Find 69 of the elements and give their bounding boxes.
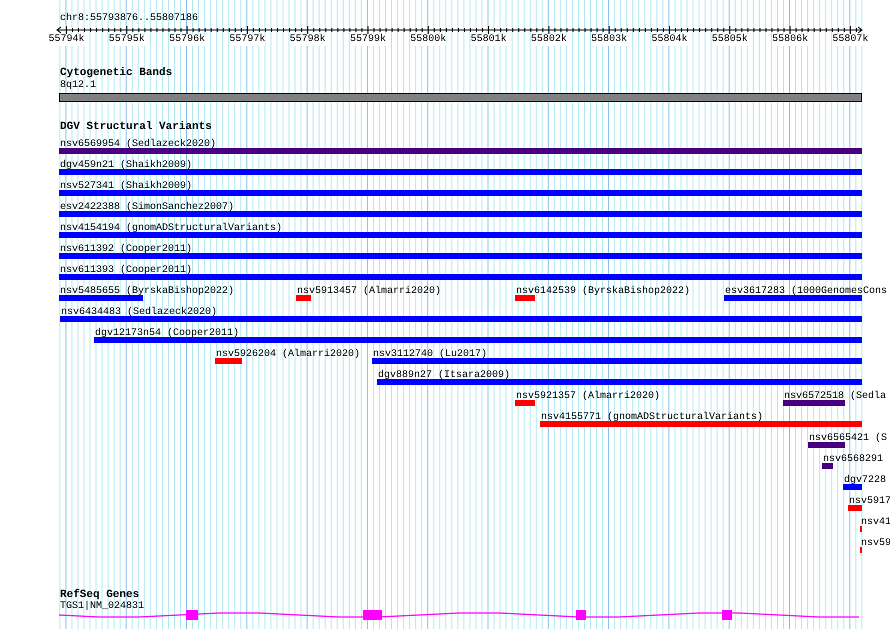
variant-label[interactable]: dgv459n21 (Shaikh2009) bbox=[60, 160, 192, 172]
ruler-tick-label: 55803k bbox=[591, 34, 628, 46]
variant-bar[interactable] bbox=[515, 400, 535, 406]
variant-label[interactable]: nsv6572518 (Sedla bbox=[784, 391, 886, 403]
variant-bar[interactable] bbox=[94, 337, 862, 343]
variant-bar[interactable] bbox=[59, 169, 862, 175]
ruler-tick-label: 55798k bbox=[290, 34, 326, 46]
ruler-tick-label: 55804k bbox=[652, 34, 688, 46]
track-title: RefSeq Genes bbox=[60, 589, 140, 601]
ruler-tick-label: 55795k bbox=[108, 34, 145, 46]
variant-label[interactable]: nsv5926204 (Almarri2020) bbox=[216, 349, 360, 361]
variant-bar[interactable] bbox=[843, 484, 862, 490]
variant-label[interactable]: nsv6434483 (Sedlazeck2020) bbox=[61, 307, 218, 319]
variant-label[interactable]: nsv527341 (Shaikh2009) bbox=[60, 181, 192, 193]
ruler-tick-label: 55805k bbox=[712, 34, 748, 46]
variant-bar[interactable] bbox=[724, 295, 862, 301]
variant-label[interactable]: esv2422388 (SimonSanchez2007) bbox=[60, 202, 234, 214]
ruler-tick-label: 55800k bbox=[410, 34, 446, 46]
track-title: DGV Structural Variants bbox=[60, 121, 212, 134]
variant-label[interactable]: nsv5485655 (ByrskaBishop2022) bbox=[60, 286, 234, 298]
variant-label[interactable]: dgv12173n54 (Cooper2011) bbox=[95, 328, 240, 340]
variant-bar[interactable] bbox=[215, 358, 242, 364]
variant-label[interactable]: nsv6568291 bbox=[823, 454, 884, 466]
gene-label[interactable]: TGS1|NM_024831 bbox=[60, 601, 144, 613]
variant-bar[interactable] bbox=[296, 295, 311, 301]
ruler-tick-label: 55796k bbox=[169, 34, 206, 46]
variant-label[interactable]: nsv5917 bbox=[849, 496, 890, 508]
variant-bar[interactable] bbox=[59, 274, 862, 280]
ruler-tick-label: 55801k bbox=[470, 34, 507, 46]
variant-label[interactable]: nsv611392 (Cooper2011) bbox=[60, 244, 192, 256]
ruler-tick-label: 55802k bbox=[530, 34, 567, 46]
variant-label[interactable]: nsv5913457 (Almarri2020) bbox=[297, 286, 442, 298]
variant-label[interactable]: dgv7228 bbox=[844, 475, 886, 487]
variant-bar[interactable] bbox=[59, 211, 862, 217]
variant-bar[interactable] bbox=[59, 148, 862, 154]
ruler-tick-label: 55797k bbox=[229, 34, 266, 46]
genome-location: chr8:55793876..55807186 bbox=[60, 13, 198, 25]
variant-bar[interactable] bbox=[372, 358, 862, 364]
gene-model[interactable] bbox=[58, 610, 859, 620]
variant-label[interactable]: esv3617283 (1000GenomesCons bbox=[725, 286, 888, 298]
variant-label[interactable]: nsv611393 (Cooper2011) bbox=[60, 265, 192, 277]
variant-bar[interactable] bbox=[59, 232, 862, 238]
variant-label[interactable]: nsv3112740 (Lu2017) bbox=[373, 349, 488, 361]
variant-bar[interactable] bbox=[377, 379, 862, 385]
variant-label[interactable]: nsv59 bbox=[861, 538, 890, 550]
ruler-tick-label: 55794k bbox=[48, 34, 84, 46]
variant-bar[interactable] bbox=[59, 190, 862, 196]
variant-bar[interactable] bbox=[59, 253, 862, 259]
variant-bar[interactable] bbox=[515, 295, 535, 301]
variant-label[interactable]: nsv5921357 (Almarri2020) bbox=[516, 391, 660, 403]
variant-bar[interactable] bbox=[783, 400, 845, 406]
band-bar[interactable] bbox=[59, 93, 862, 102]
variant-label[interactable]: nsv6142539 (ByrskaBishop2022) bbox=[516, 286, 690, 298]
variant-bar[interactable] bbox=[808, 442, 845, 448]
variant-label[interactable]: nsv6569954 (Sedlazeck2020) bbox=[60, 139, 216, 151]
variant-bar[interactable] bbox=[540, 421, 862, 427]
ruler-tick-label: 55807k bbox=[832, 34, 868, 46]
variant-label[interactable]: nsv6565421 (S bbox=[809, 433, 888, 445]
variant-label[interactable]: nsv4155771 (gnomADStructuralVariants) bbox=[541, 412, 764, 424]
variant-bar[interactable] bbox=[822, 463, 833, 469]
variant-label[interactable]: nsv4154194 (gnomADStructuralVariants) bbox=[60, 223, 282, 235]
ruler-tick-label: 55806k bbox=[772, 34, 808, 46]
variant-label[interactable]: dgv889n27 (Itsara2009) bbox=[378, 370, 510, 382]
ruler-tick-label: 55799k bbox=[350, 34, 386, 46]
track-title: Cytogenetic Bands bbox=[60, 67, 172, 80]
variant-bar[interactable] bbox=[60, 316, 862, 322]
variant-bar[interactable] bbox=[59, 295, 143, 301]
variant-bar[interactable] bbox=[848, 505, 862, 511]
band-label: 8q12.1 bbox=[60, 80, 96, 92]
